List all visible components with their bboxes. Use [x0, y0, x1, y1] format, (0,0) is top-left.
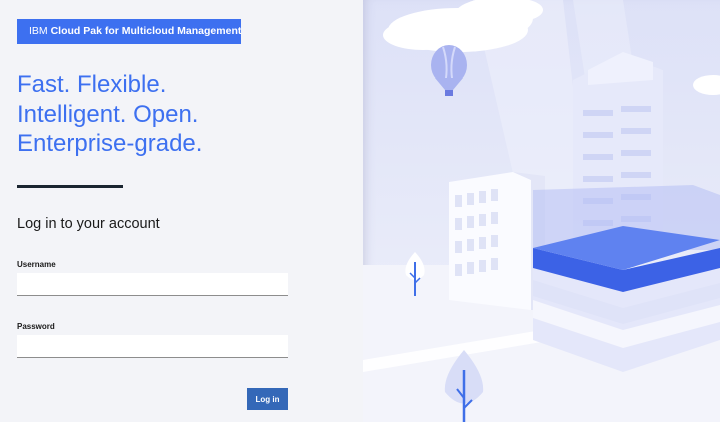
username-label: Username: [17, 260, 56, 269]
product-badge: IBM Cloud Pak for Multicloud Management: [17, 19, 241, 44]
login-panel: IBM Cloud Pak for Multicloud Management …: [0, 0, 363, 422]
username-input[interactable]: [17, 273, 288, 296]
brand-product: Cloud Pak for Multicloud Management: [50, 25, 242, 37]
city-illustration: [363, 0, 720, 422]
city-illustration-art: [363, 0, 720, 422]
tagline-line-2: Intelligent. Open.: [17, 100, 199, 128]
tagline-line-1: Fast. Flexible.: [17, 71, 167, 98]
office-building: [449, 172, 545, 310]
tagline-line-3: Enterprise-grade.: [17, 130, 203, 157]
brand-company: IBM: [29, 25, 48, 37]
tagline: Fast. Flexible. Intelligent. Open. Enter…: [17, 70, 202, 159]
accent-divider: [17, 185, 123, 188]
login-button[interactable]: Log in: [247, 388, 288, 410]
hot-air-balloon-icon: [431, 45, 467, 96]
cloud-small: [693, 75, 720, 95]
login-heading: Log in to your account: [17, 216, 160, 232]
password-label: Password: [17, 322, 55, 331]
password-input[interactable]: [17, 335, 288, 358]
